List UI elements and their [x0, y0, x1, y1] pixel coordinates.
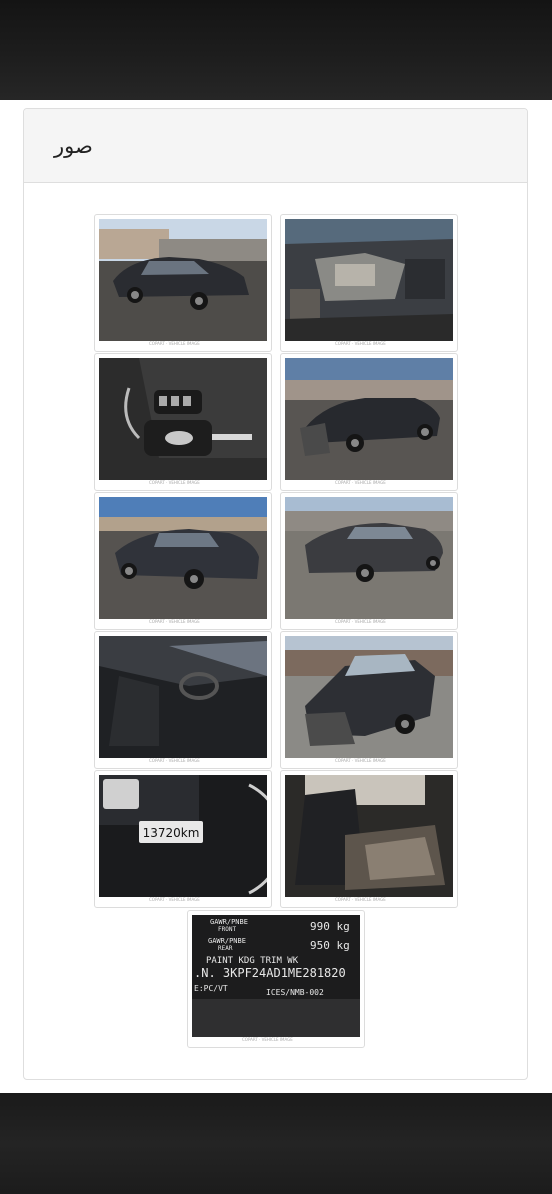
svg-text:COPART · VEHICLE IMAGE: COPART · VEHICLE IMAGE — [149, 758, 200, 763]
vin-label-line: 950 kg — [310, 939, 350, 952]
svg-text:COPART · VEHICLE IMAGE: COPART · VEHICLE IMAGE — [335, 758, 386, 763]
svg-text:COPART · VEHICLE IMAGE: COPART · VEHICLE IMAGE — [242, 1037, 293, 1042]
photo-rear-seats[interactable]: COPART · VEHICLE IMAGE — [280, 770, 458, 908]
svg-text:COPART · VEHICLE IMAGE: COPART · VEHICLE IMAGE — [149, 341, 200, 346]
vin-label-line: PAINT KDG TRIM WK — [206, 956, 299, 966]
vin-label-line: GAWR/PNBE — [210, 918, 248, 926]
vin-label-line: E:PC/VT — [194, 984, 228, 993]
photo-vin-label[interactable]: GAWR/PNBE FRONT 990 kg GAWR/PNBE REAR 95… — [187, 910, 365, 1048]
photo-keys[interactable]: COPART · VEHICLE IMAGE — [94, 353, 272, 491]
vin-label-line: .N. 3KPF24AD1ME281820 — [194, 966, 346, 980]
odometer-reading: 13720km — [143, 826, 200, 840]
svg-text:COPART · VEHICLE IMAGE: COPART · VEHICLE IMAGE — [335, 619, 386, 624]
photo-odometer[interactable]: 13720km COPART · VEHICLE IMAGE — [94, 770, 272, 908]
vin-label-line: GAWR/PNBE — [208, 937, 246, 945]
photo-driver-interior[interactable]: COPART · VEHICLE IMAGE — [94, 631, 272, 769]
photo-rear-right-exterior[interactable]: COPART · VEHICLE IMAGE — [280, 492, 458, 630]
section-title: صور — [54, 134, 93, 158]
svg-text:COPART · VEHICLE IMAGE: COPART · VEHICLE IMAGE — [149, 619, 200, 624]
card-header: صور — [24, 109, 527, 183]
svg-text:COPART · VEHICLE IMAGE: COPART · VEHICLE IMAGE — [149, 480, 200, 485]
svg-text:COPART · VEHICLE IMAGE: COPART · VEHICLE IMAGE — [149, 897, 200, 902]
photos-card: صور COPART · VEHICLE IMAGE COPART · VEHI… — [23, 108, 528, 1080]
bottom-dark-bar — [0, 1093, 552, 1194]
top-dark-bar — [0, 0, 552, 100]
photo-front-left-exterior[interactable]: COPART · VEHICLE IMAGE — [94, 214, 272, 352]
vin-label-line: 990 kg — [310, 920, 350, 933]
photo-rear-left-exterior[interactable]: COPART · VEHICLE IMAGE — [94, 492, 272, 630]
photo-engine-bay[interactable]: COPART · VEHICLE IMAGE — [280, 214, 458, 352]
photo-front-damage[interactable]: COPART · VEHICLE IMAGE — [280, 353, 458, 491]
svg-text:COPART · VEHICLE IMAGE: COPART · VEHICLE IMAGE — [335, 341, 386, 346]
svg-text:COPART · VEHICLE IMAGE: COPART · VEHICLE IMAGE — [335, 897, 386, 902]
svg-text:COPART · VEHICLE IMAGE: COPART · VEHICLE IMAGE — [335, 480, 386, 485]
photo-front-right-damage[interactable]: COPART · VEHICLE IMAGE — [280, 631, 458, 769]
vin-label-line: FRONT — [218, 926, 236, 933]
vin-label-line: ICES/NMB-002 — [266, 988, 324, 997]
vin-label-line: REAR — [218, 945, 233, 952]
